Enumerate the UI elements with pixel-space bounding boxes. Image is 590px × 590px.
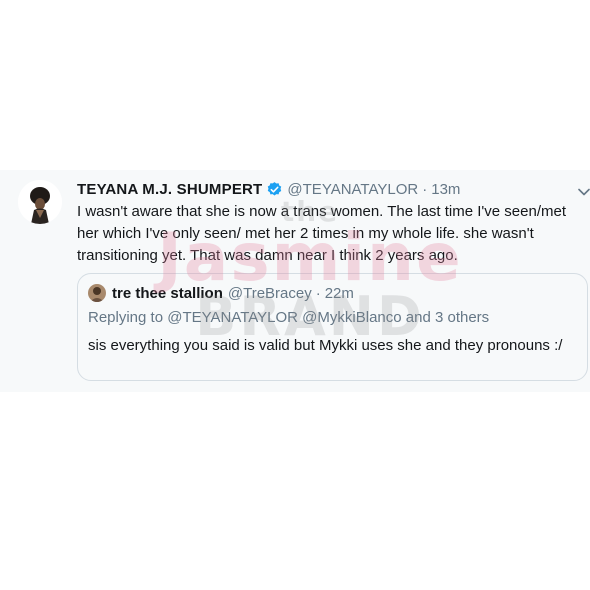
quoted-tweet[interactable]: tre thee stallion @TreBracey · 22m Reply… — [77, 273, 588, 381]
quoted-author-handle[interactable]: @TreBracey — [228, 285, 312, 302]
quoted-separator-dot: · — [315, 284, 321, 302]
chevron-down-icon[interactable] — [578, 184, 590, 196]
quoted-tweet-header: tre thee stallion @TreBracey · 22m — [88, 283, 354, 303]
separator-dot: · — [422, 180, 428, 198]
avatar-image-icon — [18, 180, 62, 224]
author-avatar[interactable] — [18, 180, 62, 224]
quoted-tweet-text: sis everything you said is valid but Myk… — [88, 337, 563, 354]
quoted-tweet-timestamp[interactable]: 22m — [325, 285, 354, 302]
verified-badge-icon — [266, 181, 283, 198]
replying-to-text[interactable]: Replying to @TEYANATAYLOR @MykkiBlanco a… — [88, 309, 489, 326]
tweet-body-text: I wasn't aware that she is now a trans w… — [77, 203, 567, 264]
author-handle[interactable]: @TEYANATAYLOR — [287, 181, 418, 198]
quoted-avatar-image-icon — [88, 284, 106, 302]
quoted-author-avatar[interactable] — [88, 284, 106, 302]
author-display-name[interactable]: TEYANA M.J. SHUMPERT — [77, 181, 262, 198]
quoted-author-name[interactable]: tre thee stallion — [112, 285, 223, 302]
tweet-card[interactable]: TEYANA M.J. SHUMPERT @TEYANATAYLOR · 13m… — [0, 170, 590, 392]
tweet-timestamp[interactable]: 13m — [431, 181, 460, 198]
tweet-header: TEYANA M.J. SHUMPERT @TEYANATAYLOR · 13m — [77, 179, 460, 199]
